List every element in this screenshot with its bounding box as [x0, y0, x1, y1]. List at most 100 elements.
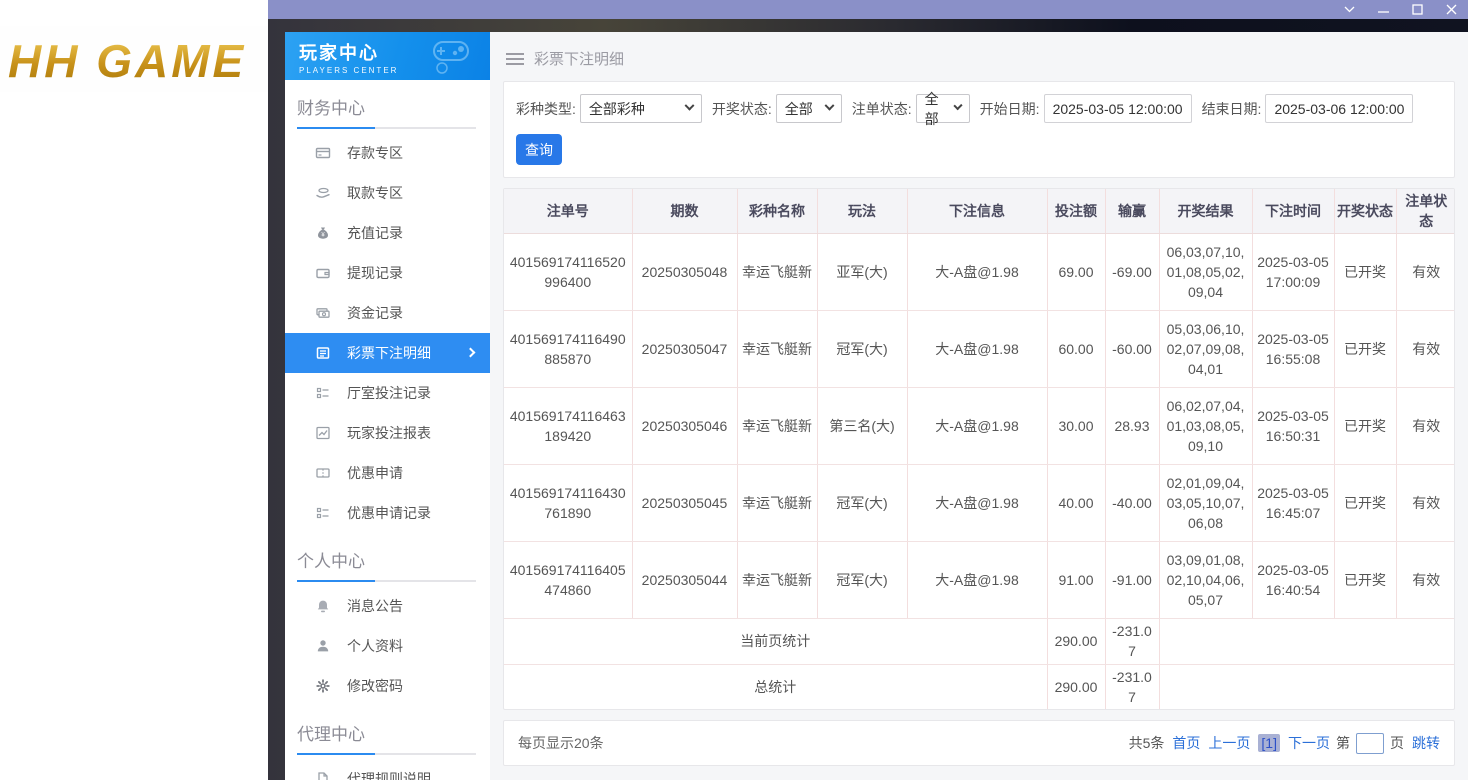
bell-icon	[315, 598, 331, 614]
first-page-link[interactable]: 首页	[1172, 733, 1200, 753]
sidebar-item-promo-apply-records[interactable]: 优惠申请记录	[285, 493, 490, 533]
col-draw-result: 开奖结果	[1159, 189, 1252, 234]
chevron-right-icon	[466, 348, 476, 358]
wallet-icon	[315, 265, 331, 281]
prev-page-link[interactable]: 上一页	[1208, 733, 1250, 753]
end-date-label: 结束日期:	[1202, 99, 1262, 119]
cell-draw-status: 已开奖	[1334, 234, 1396, 311]
cell-lottery-name: 幸运飞艇新	[737, 465, 817, 542]
end-date-input[interactable]	[1265, 94, 1413, 123]
table-header-row: 注单号 期数 彩种名称 玩法 下注信息 投注额 输赢 开奖结果 下注时间 开奖状…	[504, 189, 1455, 234]
jump-button[interactable]: 跳转	[1412, 733, 1440, 753]
cell-winloss: -60.00	[1105, 311, 1159, 388]
col-period: 期数	[632, 189, 737, 234]
cell-bet-time: 2025-03-05 16:40:54	[1252, 542, 1334, 619]
sidebar-item-change-password[interactable]: 修改密码	[285, 666, 490, 706]
sidebar-item-profile[interactable]: 个人资料	[285, 626, 490, 666]
sidebar-item-agent-rules[interactable]: 代理规则说明	[285, 759, 490, 780]
col-bet-info: 下注信息	[907, 189, 1047, 234]
sidebar-item-label: 充值记录	[347, 223, 403, 243]
sidebar-item-lottery-bet-details[interactable]: 彩票下注明细	[285, 333, 490, 373]
cell-period: 20250305048	[632, 234, 737, 311]
lottery-type-select[interactable]: 全部彩种	[580, 94, 702, 123]
cell-winloss: -40.00	[1105, 465, 1159, 542]
cell-draw-result: 06,02,07,04,01,03,08,05,09,10	[1159, 388, 1252, 465]
sidebar-item-label: 优惠申请记录	[347, 503, 431, 523]
cell-draw-result: 05,03,06,10,02,07,09,08,04,01	[1159, 311, 1252, 388]
cell-lottery-name: 幸运飞艇新	[737, 311, 817, 388]
sidebar-item-recharge-records[interactable]: ¥ 充值记录	[285, 213, 490, 253]
cell-order-id: 401569174116405474860	[504, 542, 632, 619]
page-size-text: 每页显示20条	[518, 733, 604, 753]
banknote-icon	[315, 305, 331, 321]
start-date-input[interactable]	[1044, 94, 1192, 123]
maximize-button[interactable]	[1400, 0, 1434, 19]
summary-row-total: 总统计 290.00 -231.07	[504, 664, 1455, 709]
sidebar-item-player-bet-report[interactable]: 玩家投注报表	[285, 413, 490, 453]
ticket-icon	[315, 465, 331, 481]
summary-bet-total: 290.00	[1047, 619, 1105, 665]
col-lottery-name: 彩种名称	[737, 189, 817, 234]
sidebar-item-label: 厅室投注记录	[347, 383, 431, 403]
cell-bet-time: 2025-03-05 16:50:31	[1252, 388, 1334, 465]
cell-bet-time: 2025-03-05 16:55:08	[1252, 311, 1334, 388]
filter-panel: 彩种类型: 全部彩种 开奖状态: 全部 注单状态: 全部	[503, 81, 1455, 178]
summary-bet-total: 290.00	[1047, 664, 1105, 709]
col-play: 玩法	[817, 189, 907, 234]
jump-page-input[interactable]	[1356, 733, 1384, 754]
table-row: 401569174116405474860 20250305044 幸运飞艇新 …	[504, 542, 1455, 619]
sidebar-item-announcements[interactable]: 消息公告	[285, 586, 490, 626]
cell-bet-info: 大-A盘@1.98	[907, 388, 1047, 465]
summary-empty	[1159, 619, 1455, 665]
bet-table: 注单号 期数 彩种名称 玩法 下注信息 投注额 输赢 开奖结果 下注时间 开奖状…	[504, 189, 1455, 709]
cell-bet-amount: 40.00	[1047, 465, 1105, 542]
cell-order-id: 401569174116430761890	[504, 465, 632, 542]
chevron-down-icon	[953, 101, 962, 110]
pagination-bar: 每页显示20条 共5条 首页 上一页 [1] 下一页 第 页 跳转	[503, 720, 1455, 766]
section-underline	[297, 580, 476, 582]
cell-draw-result: 03,09,01,08,02,10,04,06,05,07	[1159, 542, 1252, 619]
sidebar-item-fund-records[interactable]: 资金记录	[285, 293, 490, 333]
summary-label: 总统计	[504, 664, 1047, 709]
sidebar-item-promo-apply[interactable]: 优惠申请	[285, 453, 490, 493]
cell-order-status: 有效	[1396, 542, 1455, 619]
section-underline	[297, 753, 476, 755]
jump-prefix: 第	[1336, 733, 1350, 753]
col-draw-status: 开奖状态	[1334, 189, 1396, 234]
sidebar-item-label: 提现记录	[347, 263, 403, 283]
cell-winloss: -69.00	[1105, 234, 1159, 311]
sidebar-item-hall-bet-records[interactable]: 厅室投注记录	[285, 373, 490, 413]
col-winloss: 输赢	[1105, 189, 1159, 234]
chevron-down-icon[interactable]	[1332, 0, 1366, 19]
main-header: 彩票下注明细	[490, 32, 1468, 81]
sidebar-item-label: 存款专区	[347, 143, 403, 163]
order-status-label: 注单状态:	[852, 99, 912, 119]
hamburger-icon[interactable]	[506, 50, 524, 68]
cell-order-id: 401569174116463189420	[504, 388, 632, 465]
order-status-select[interactable]: 全部	[916, 94, 970, 123]
next-page-link[interactable]: 下一页	[1288, 733, 1330, 753]
sidebar-item-withdraw[interactable]: 取款专区	[285, 173, 490, 213]
document-icon	[315, 771, 331, 780]
money-bag-icon: ¥	[315, 225, 331, 241]
section-underline	[297, 127, 476, 129]
user-icon	[315, 638, 331, 654]
col-bet-time: 下注时间	[1252, 189, 1334, 234]
cell-order-status: 有效	[1396, 465, 1455, 542]
cell-bet-info: 大-A盘@1.98	[907, 234, 1047, 311]
sidebar-header: 玩家中心 PLAYERS CENTER	[285, 32, 490, 80]
gear-icon	[315, 678, 331, 694]
table-row: 401569174116490885870 20250305047 幸运飞艇新 …	[504, 311, 1455, 388]
search-button[interactable]: 查询	[516, 134, 562, 165]
sidebar-item-deposit[interactable]: 存款专区	[285, 133, 490, 173]
sidebar-item-withdraw-records[interactable]: 提现记录	[285, 253, 490, 293]
minimize-button[interactable]	[1366, 0, 1400, 19]
draw-status-select[interactable]: 全部	[776, 94, 842, 123]
cell-play: 冠军(大)	[817, 542, 907, 619]
cell-play: 亚军(大)	[817, 234, 907, 311]
close-button[interactable]	[1434, 0, 1468, 19]
lottery-type-label: 彩种类型:	[516, 99, 576, 119]
draw-status-label: 开奖状态:	[712, 99, 772, 119]
cell-period: 20250305046	[632, 388, 737, 465]
list-icon	[315, 385, 331, 401]
